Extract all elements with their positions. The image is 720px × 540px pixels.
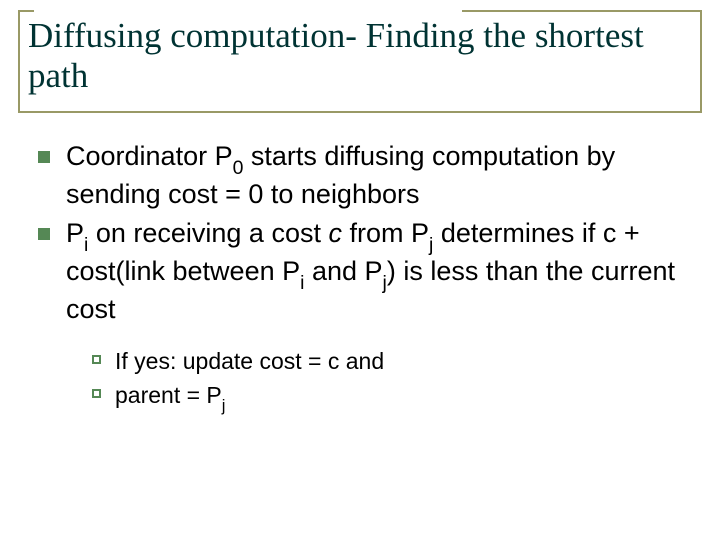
bullet-2-text: Pi on receiving a cost c from Pj determi… — [66, 217, 686, 326]
bullet-1: Coordinator P0 starts diffusing computat… — [38, 140, 686, 211]
body: Coordinator P0 starts diffusing computat… — [38, 140, 686, 421]
sub-bullet-2-text: parent = Pj — [115, 381, 225, 414]
slide: Diffusing computation- Finding the short… — [0, 0, 720, 540]
slide-title: Diffusing computation- Finding the short… — [28, 16, 692, 97]
bullet-1-text: Coordinator P0 starts diffusing computat… — [66, 140, 686, 211]
square-bullet-icon — [38, 228, 50, 240]
title-box: Diffusing computation- Finding the short… — [18, 10, 702, 113]
hollow-square-bullet-icon — [92, 355, 101, 364]
square-bullet-icon — [38, 151, 50, 163]
sub-bullet-2: parent = Pj — [92, 381, 686, 414]
sub-bullet-1: If yes: update cost = c and — [92, 347, 686, 376]
hollow-square-bullet-icon — [92, 389, 101, 398]
bullet-2: Pi on receiving a cost c from Pj determi… — [38, 217, 686, 326]
sub-bullet-1-text: If yes: update cost = c and — [115, 347, 384, 376]
sub-bullet-list: If yes: update cost = c and parent = Pj — [92, 347, 686, 415]
title-text: Diffusing computation- Finding the short… — [28, 16, 644, 95]
